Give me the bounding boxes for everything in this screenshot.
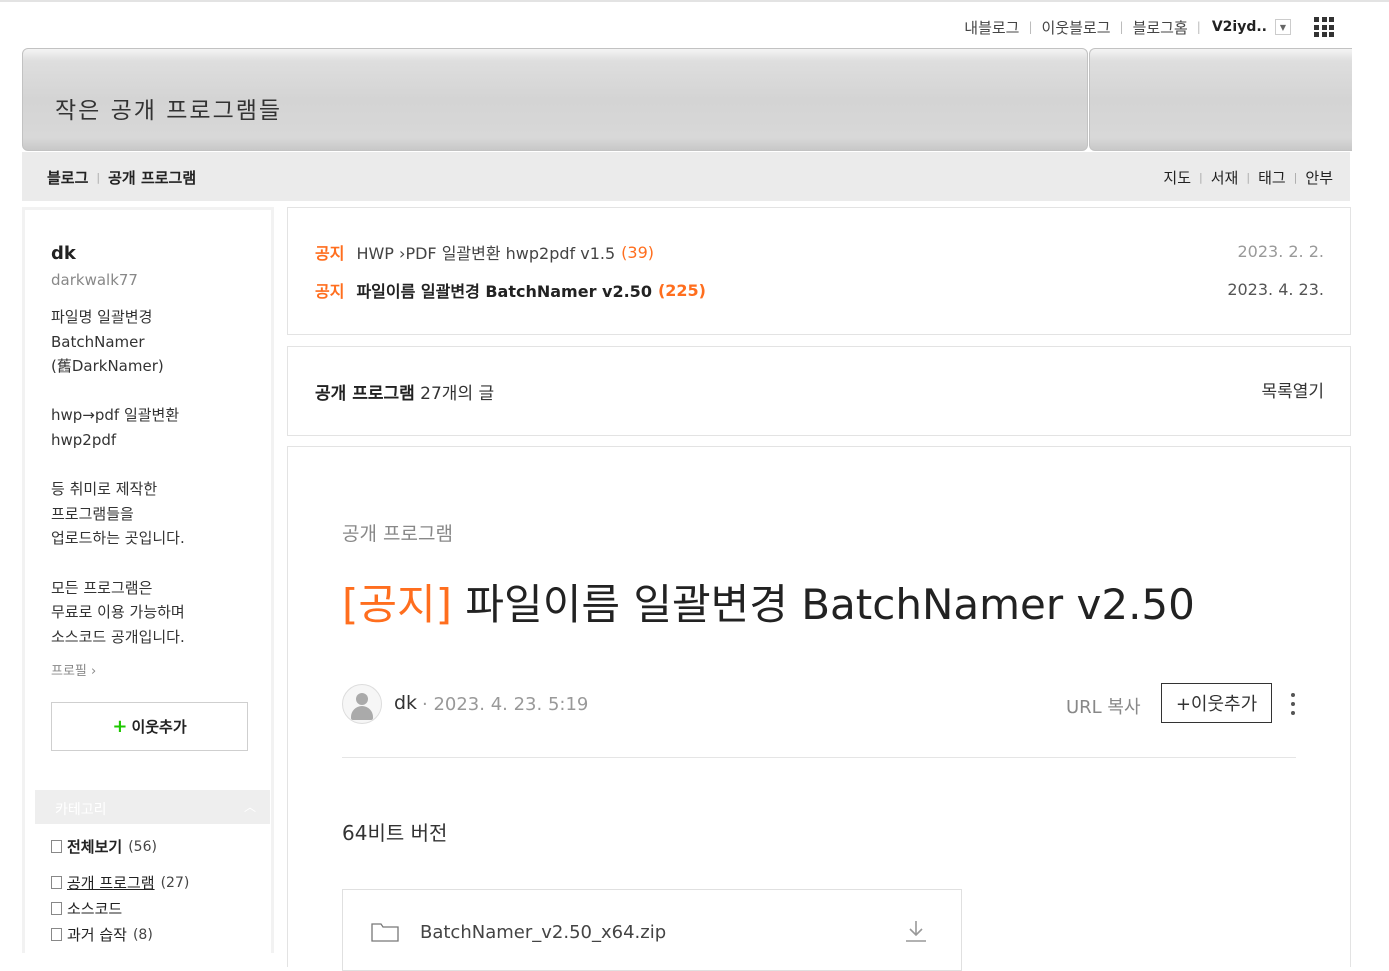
banner-side: [1089, 48, 1352, 151]
notice-date: 2023. 4. 23.: [1227, 280, 1324, 299]
nav-tag-link[interactable]: 태그: [1258, 167, 1286, 188]
notice-title[interactable]: 파일이름 일괄변경 BatchNamer v2.50: [356, 278, 652, 302]
neighbor-blog-link[interactable]: 이웃블로그: [1042, 17, 1111, 38]
username[interactable]: V2iyd..: [1212, 19, 1267, 35]
post-date: · 2023. 4. 23. 5:19: [422, 694, 589, 715]
avatar[interactable]: [342, 684, 382, 724]
chevron-right-icon: ›: [86, 664, 97, 679]
comment-count[interactable]: (39): [621, 243, 654, 262]
post-notice-tag: [공지]: [342, 580, 453, 629]
separator: |: [1293, 171, 1298, 184]
add-neighbor-label: 이웃추가: [131, 718, 187, 736]
separator: |: [1196, 20, 1201, 34]
post-category[interactable]: 공개 프로그램: [342, 519, 453, 546]
notice-item[interactable]: 공지 HWP ›PDF 일괄변환 hwp2pdf v1.5 (39): [315, 240, 654, 264]
blog-title[interactable]: 작은 공개 프로그램들: [55, 91, 282, 125]
nav-guestbook-link[interactable]: 안부: [1305, 167, 1333, 188]
profile-name: dk: [51, 243, 76, 264]
comment-count[interactable]: (225): [658, 281, 706, 300]
nav-menu: 지도 | 서재 | 태그 | 안부: [1163, 167, 1333, 188]
category-item-public-programs[interactable]: 공개 프로그램 (27): [51, 872, 189, 893]
file-name[interactable]: BatchNamer_v2.50_x64.zip: [420, 922, 666, 943]
nav-map-link[interactable]: 지도: [1163, 167, 1191, 188]
apps-grid-icon[interactable]: [1309, 12, 1339, 42]
notice-panel: 공지 HWP ›PDF 일괄변환 hwp2pdf v1.5 (39) 2023.…: [287, 207, 1351, 335]
category-header[interactable]: 카테고리 ︿: [35, 790, 270, 824]
category-item-past-works[interactable]: 과거 습작 (8): [51, 924, 153, 945]
divider: [342, 757, 1296, 758]
top-border: [0, 0, 1389, 2]
profile-id: darkwalk77: [51, 271, 138, 289]
separator: |: [1246, 171, 1251, 184]
notice-title[interactable]: HWP ›PDF 일괄변환 hwp2pdf v1.5: [356, 240, 615, 264]
follow-button[interactable]: +이웃추가: [1161, 683, 1272, 723]
chevron-up-icon[interactable]: ︿: [244, 798, 256, 815]
document-icon: [51, 840, 62, 853]
list-category: 공개 프로그램 27개의 글: [315, 379, 494, 404]
list-category-name: 공개 프로그램: [315, 384, 415, 404]
post-title-text: 파일이름 일괄변경 BatchNamer v2.50: [465, 580, 1195, 629]
post-list-bar: 공개 프로그램 27개의 글 목록열기: [287, 346, 1351, 436]
file-attachment[interactable]: BatchNamer_v2.50_x64.zip: [342, 889, 962, 971]
profile-description: 파일명 일괄변경 BatchNamer (舊DarkNamer) hwp→pdf…: [51, 308, 185, 646]
category-label: 공개 프로그램: [67, 874, 155, 892]
nav-category-link[interactable]: 공개 프로그램: [108, 167, 196, 188]
download-icon[interactable]: [903, 918, 929, 944]
profile-link-label: 프로필: [51, 664, 87, 679]
category-label: 전체보기: [67, 838, 123, 856]
blog-home-link[interactable]: 블로그홈: [1133, 17, 1188, 38]
document-icon: [51, 876, 62, 889]
sidebar: dk darkwalk77 파일명 일괄변경 BatchNamer (舊Dark…: [22, 207, 274, 953]
category-count: (56): [128, 838, 157, 855]
notice-tag: 공지: [315, 244, 345, 263]
nav-blog-link[interactable]: 블로그: [47, 167, 88, 188]
separator: |: [96, 171, 101, 184]
breadcrumb: 블로그 | 공개 프로그램: [47, 167, 196, 188]
chevron-down-icon[interactable]: ▼: [1275, 19, 1291, 35]
url-copy-button[interactable]: URL 복사: [1066, 693, 1141, 719]
category-item-all[interactable]: 전체보기 (56): [51, 836, 157, 857]
category-count: (27): [160, 874, 190, 891]
blog-nav-bar: 블로그 | 공개 프로그램 지도 | 서재 | 태그 | 안부: [22, 152, 1350, 201]
separator: |: [1199, 171, 1203, 184]
document-icon: [51, 928, 62, 941]
post-title: [공지] 파일이름 일괄변경 BatchNamer v2.50: [342, 571, 1195, 632]
list-post-count: 27개의 글: [420, 384, 495, 404]
profile-link[interactable]: 프로필 ›: [51, 660, 96, 679]
folder-icon: [371, 923, 399, 942]
nav-library-link[interactable]: 서재: [1211, 167, 1239, 188]
category-count: (8): [132, 926, 153, 943]
notice-item[interactable]: 공지 파일이름 일괄변경 BatchNamer v2.50 (225): [315, 278, 706, 302]
more-options-icon[interactable]: [1290, 693, 1296, 717]
user-bar: 내블로그 | 이웃블로그 | 블로그홈 | V2iyd.. ▼: [964, 16, 1291, 38]
add-neighbor-button[interactable]: + 이웃추가: [51, 702, 248, 751]
post-subtitle: 64비트 버전: [342, 821, 448, 845]
post-author[interactable]: dk: [394, 692, 417, 714]
category-label: 과거 습작: [67, 926, 127, 944]
my-blog-link[interactable]: 내블로그: [964, 17, 1019, 38]
notice-date: 2023. 2. 2.: [1237, 242, 1324, 261]
separator: |: [1119, 20, 1124, 34]
category-label: 소스코드: [67, 900, 123, 918]
separator: |: [1028, 20, 1033, 34]
category-header-label: 카테고리: [55, 802, 107, 818]
banner-main: 작은 공개 프로그램들: [22, 48, 1088, 151]
blog-header-banner: 작은 공개 프로그램들: [22, 48, 1352, 152]
post-view: 공개 프로그램 [공지] 파일이름 일괄변경 BatchNamer v2.50 …: [287, 446, 1351, 971]
profile-box: dk darkwalk77 파일명 일괄변경 BatchNamer (舊Dark…: [25, 210, 271, 953]
notice-tag: 공지: [315, 282, 345, 301]
category-item-source-code[interactable]: 소스코드: [51, 898, 122, 919]
open-list-button[interactable]: 목록열기: [1261, 377, 1324, 402]
plus-icon: +: [112, 716, 128, 737]
document-icon: [51, 902, 62, 915]
